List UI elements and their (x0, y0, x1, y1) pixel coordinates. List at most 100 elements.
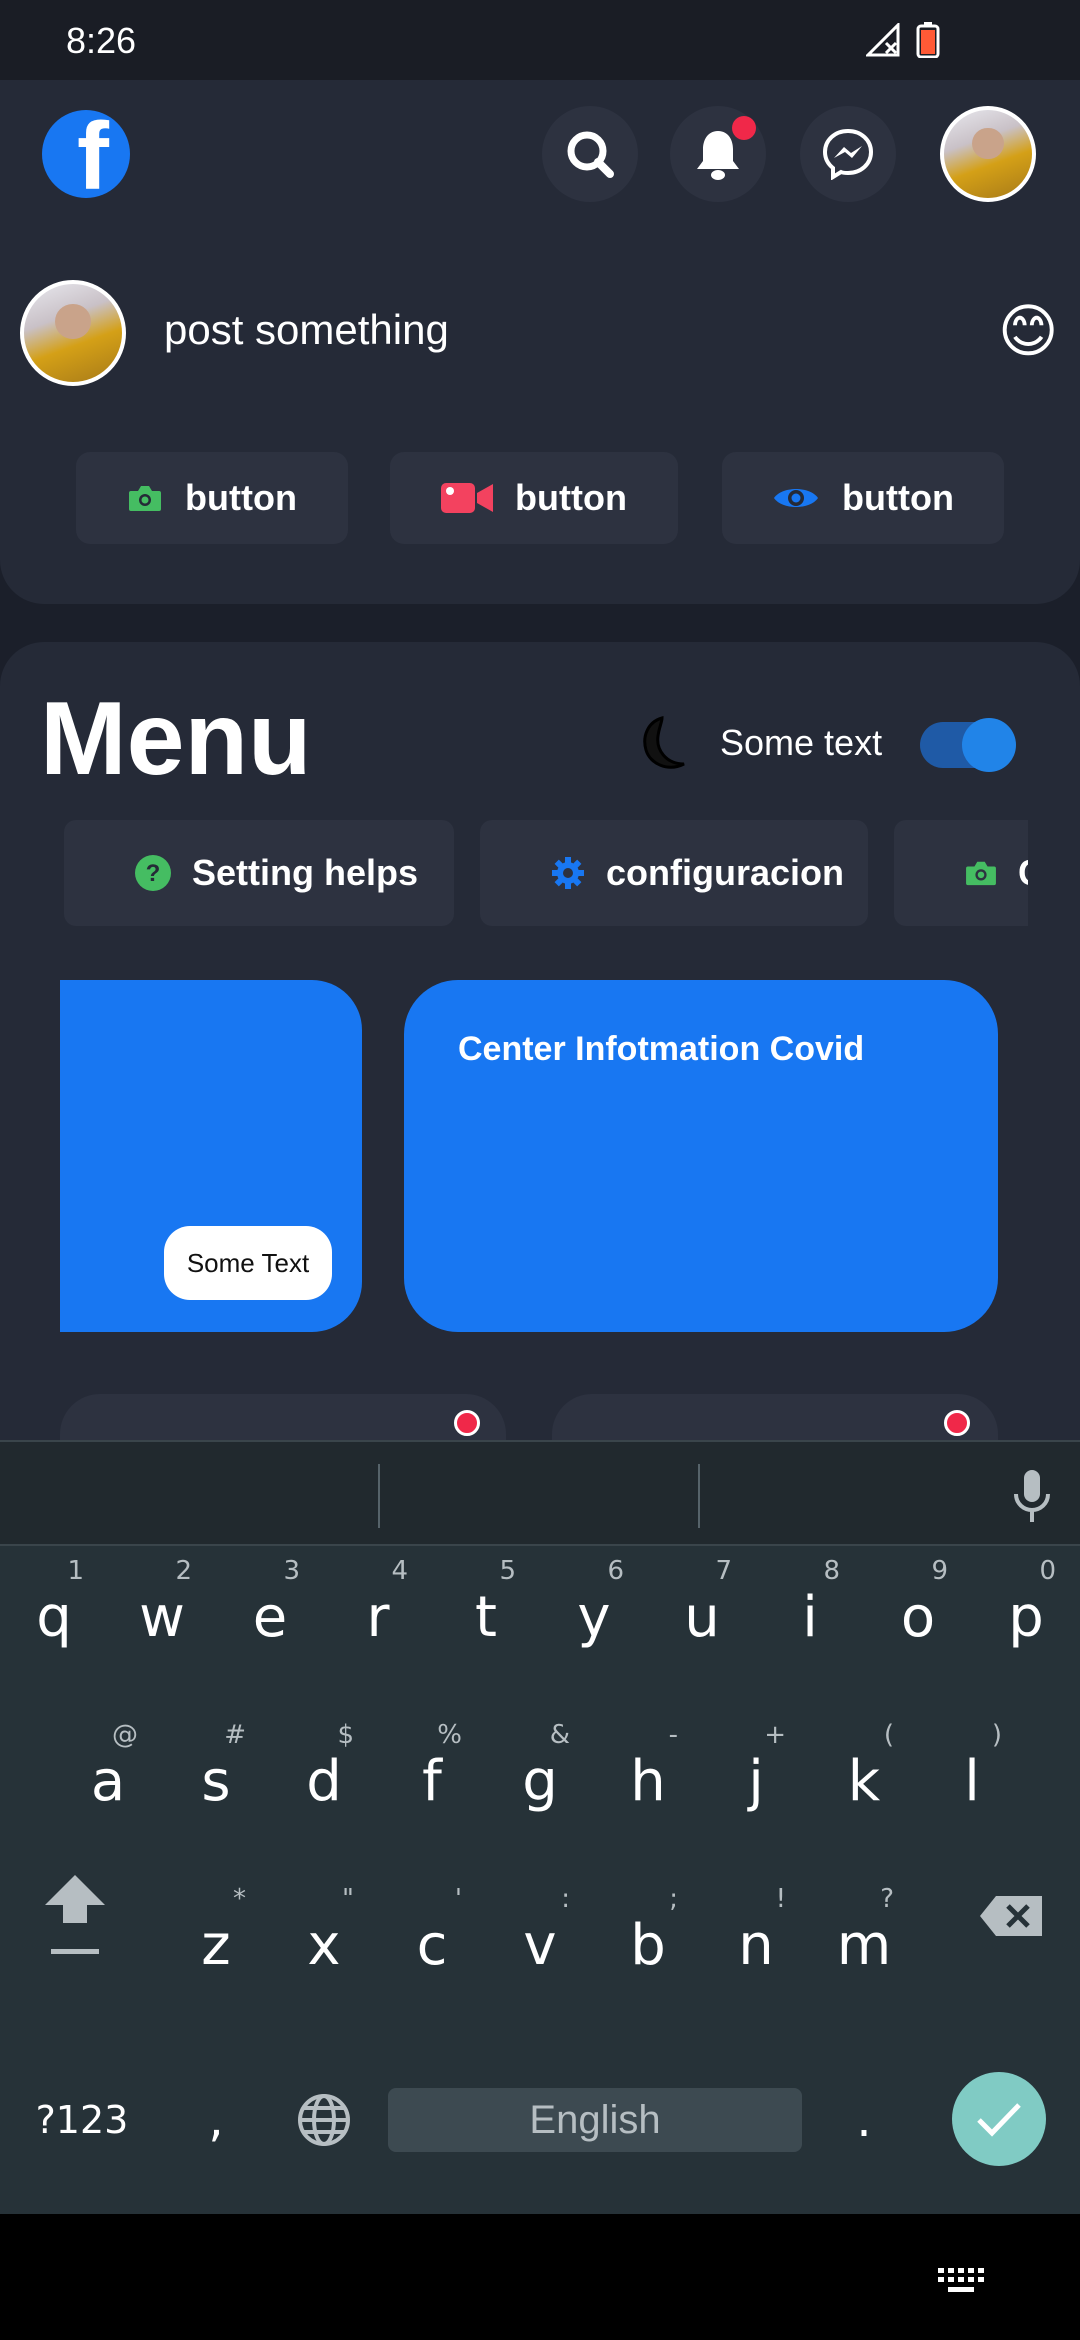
keyboard-switch-icon[interactable] (938, 2268, 984, 2294)
left-card[interactable]: Some Text (60, 980, 362, 1332)
key-letter: b (630, 1913, 666, 1978)
key-letter: z (201, 1913, 231, 1978)
key-alt-symbol: : (561, 1884, 570, 1914)
video-button-label: button (515, 477, 627, 518)
battery-icon (916, 22, 940, 58)
notification-badge (732, 116, 756, 140)
key-b[interactable]: ; b (594, 1874, 702, 2014)
key-y[interactable]: 6y (540, 1546, 648, 1686)
moon-icon (643, 716, 685, 769)
shortcut-card[interactable] (60, 1394, 506, 1442)
key-h[interactable]: -h (594, 1710, 702, 1850)
key-alt-symbol: - (668, 1720, 678, 1750)
chip-label: C (1018, 852, 1028, 894)
video-button[interactable]: button (390, 452, 678, 544)
key-t[interactable]: 5t (432, 1546, 540, 1686)
signal-icon (866, 23, 900, 57)
dark-mode-toggle[interactable] (920, 718, 1016, 772)
photo-button[interactable]: button (76, 452, 348, 544)
watch-button[interactable]: button (722, 452, 1004, 544)
key-d[interactable]: $ d (270, 1710, 378, 1850)
language-key[interactable] (284, 2080, 364, 2160)
suggestion-divider (378, 1464, 380, 1528)
status-bar: 8:26 (0, 0, 1080, 80)
chip-camera[interactable]: C (894, 820, 1028, 926)
chip-setting-helps[interactable]: ? Setting helps (64, 820, 454, 926)
profile-avatar[interactable] (940, 106, 1036, 202)
key-alt-symbol: * (233, 1884, 246, 1914)
some-text-button[interactable]: Some Text (164, 1226, 332, 1300)
top-panel: f post something 😊 button button button (0, 80, 1080, 604)
key-alt-symbol: @ (112, 1720, 138, 1750)
covid-info-card[interactable]: Center Infotmation Covid (404, 980, 998, 1332)
messenger-button[interactable] (800, 106, 896, 202)
key-p[interactable]: 0p (972, 1546, 1080, 1686)
facebook-logo[interactable]: f (42, 110, 130, 198)
symbols-key[interactable]: ?123 (14, 2080, 150, 2160)
key-alt-symbol: ; (669, 1884, 678, 1914)
notifications-button[interactable] (670, 106, 766, 202)
key-k[interactable]: (k (810, 1710, 918, 1850)
key-alt-symbol: " (342, 1884, 354, 1914)
suggestion-bar (0, 1440, 1080, 1546)
key-letter: d (306, 1749, 342, 1814)
period-key[interactable]: . (824, 2080, 904, 2160)
key-u[interactable]: 7u (648, 1546, 756, 1686)
toggle-knob (962, 718, 1016, 772)
key-letter: i (802, 1585, 818, 1650)
key-f[interactable]: % f (378, 1710, 486, 1850)
shift-key[interactable] (20, 1846, 130, 1986)
video-icon (441, 483, 494, 513)
key-l[interactable]: ) l (918, 1710, 1026, 1850)
key-s[interactable]: # s (162, 1710, 270, 1850)
key-a[interactable]: @ a (54, 1710, 162, 1850)
search-button[interactable] (542, 106, 638, 202)
chip-label: configuracion (606, 852, 845, 893)
key-r[interactable]: 4r (324, 1546, 432, 1686)
card-badge (944, 1410, 970, 1436)
status-time: 8:26 (66, 20, 137, 61)
key-letter: n (738, 1913, 774, 1978)
key-letter: c (416, 1913, 448, 1978)
shortcut-card[interactable] (552, 1394, 998, 1442)
key-alt-symbol: 4 (391, 1556, 408, 1586)
logo-letter: f (77, 110, 109, 198)
key-q[interactable]: 1q (0, 1546, 108, 1686)
comma-key[interactable]: , (176, 2080, 256, 2160)
key-e[interactable]: 3e (216, 1546, 324, 1686)
microphone-icon[interactable] (1012, 1468, 1052, 1524)
key-alt-symbol: 7 (715, 1556, 732, 1586)
backspace-key[interactable] (956, 1846, 1066, 1986)
key-alt-symbol: ? (880, 1884, 894, 1914)
post-input[interactable]: post something (164, 306, 449, 354)
key-x[interactable]: " x (270, 1874, 378, 2014)
key-m[interactable]: ? m (810, 1874, 918, 2014)
key-letter: m (836, 1913, 892, 1978)
navigation-bar (0, 2214, 1080, 2340)
key-v[interactable]: :v (486, 1874, 594, 2014)
key-alt-symbol: 6 (607, 1556, 624, 1586)
key-letter: f (422, 1749, 442, 1814)
key-n[interactable]: ! n (702, 1874, 810, 2014)
menu-title: Menu (40, 681, 312, 797)
key-c[interactable]: ' c (378, 1874, 486, 2014)
key-alt-symbol: $ (337, 1720, 354, 1750)
space-bar[interactable]: English (388, 2088, 802, 2152)
key-w[interactable]: 2w (108, 1546, 216, 1686)
menu-panel: Menu Some text ? Setting helps configura… (0, 642, 1080, 1442)
chip-configuracion[interactable]: configuracion (480, 820, 868, 926)
key-o[interactable]: 9o (864, 1546, 972, 1686)
key-letter: v (523, 1913, 557, 1978)
key-g[interactable]: & g (486, 1710, 594, 1850)
key-i[interactable]: 8i (756, 1546, 864, 1686)
enter-key[interactable] (952, 2072, 1046, 2166)
status-icons (866, 22, 940, 58)
shift-icon (45, 1875, 105, 1954)
key-alt-symbol: 2 (175, 1556, 192, 1586)
key-letter: q (36, 1585, 72, 1650)
key-letter: g (522, 1749, 558, 1814)
key-j[interactable]: + j (702, 1710, 810, 1850)
key-letter: u (684, 1585, 720, 1650)
key-z[interactable]: * z (162, 1874, 270, 2014)
emoji-icon[interactable]: 😊 (998, 300, 1058, 364)
